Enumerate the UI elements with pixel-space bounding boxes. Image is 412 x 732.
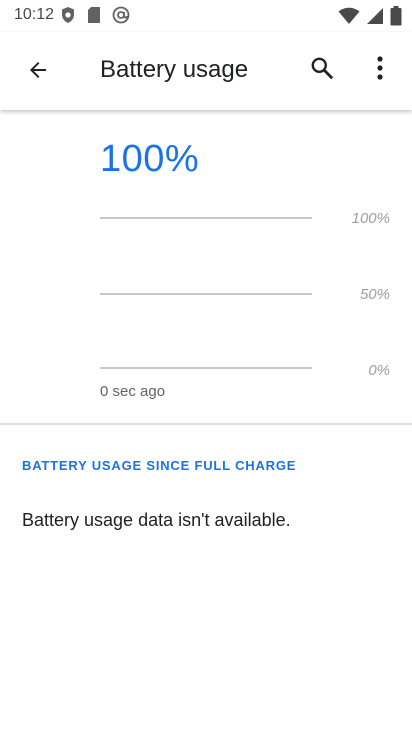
back-button[interactable] — [14, 48, 62, 96]
status-system-icons — [338, 6, 402, 31]
search-icon — [309, 55, 335, 86]
search-button[interactable] — [298, 46, 346, 94]
sd-card-icon — [86, 6, 102, 29]
graph-axis-label-min: 0% — [368, 362, 390, 379]
status-time: 10:12 — [14, 6, 55, 23]
graph-gridline-bottom — [100, 367, 312, 369]
arrow-back-icon — [26, 58, 50, 87]
battery-level: 100% — [100, 138, 200, 180]
graph-gridline-top — [100, 217, 312, 219]
section-divider — [0, 423, 412, 425]
status-bar: 10:12 — [0, 0, 412, 32]
cell-signal-icon — [366, 7, 384, 30]
more-vert-icon — [368, 55, 392, 86]
graph-axis-label-max: 100% — [351, 210, 390, 227]
shield-icon — [60, 6, 76, 29]
usage-section-header: BATTERY USAGE SINCE FULL CHARGE — [22, 458, 297, 473]
graph-gridline-middle — [100, 293, 312, 295]
page-title: Battery usage — [100, 56, 249, 83]
more-options-button[interactable] — [356, 46, 404, 94]
usage-empty-message: Battery usage data isn't available. — [22, 510, 291, 530]
at-sign-icon — [112, 6, 130, 29]
graph-time-label: 0 sec ago — [100, 383, 166, 400]
app-bar: Battery usage — [0, 32, 412, 110]
status-notification-icons — [60, 6, 130, 29]
battery-icon — [390, 6, 402, 31]
graph-axis-label-mid: 50% — [359, 286, 390, 303]
wifi-icon — [338, 7, 360, 30]
